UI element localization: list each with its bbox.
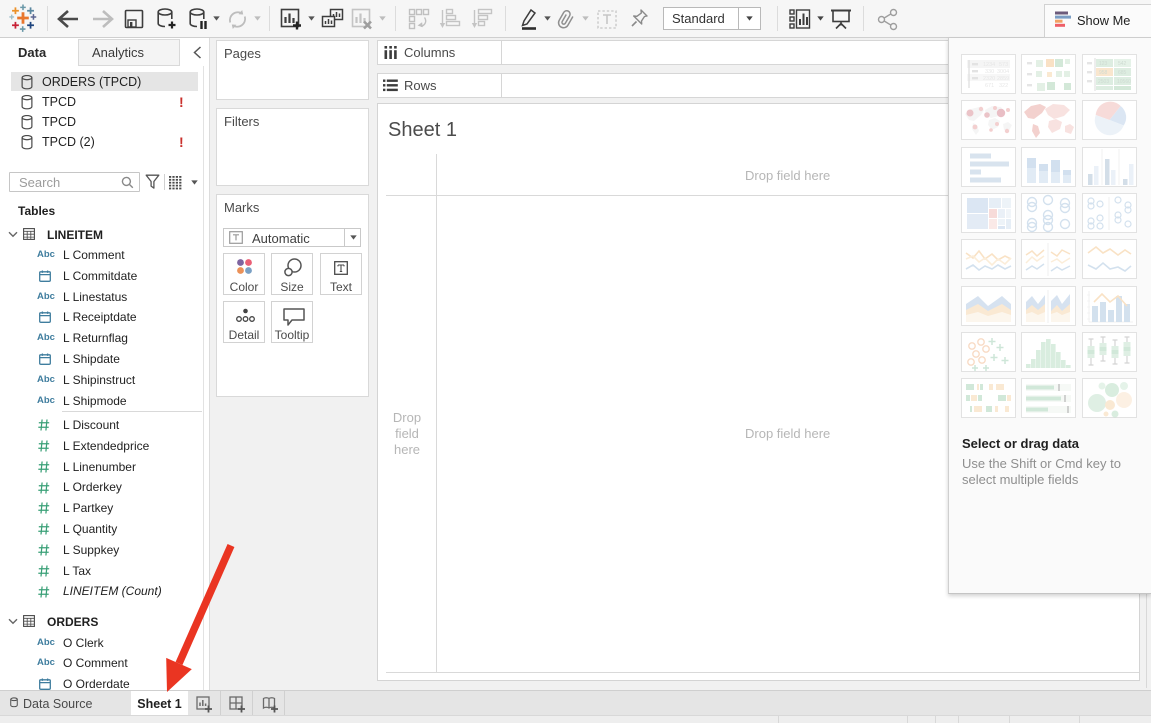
svg-text:3004: 3004 xyxy=(997,69,1009,75)
svg-text:2320: 2320 xyxy=(983,76,995,82)
svg-text:2859: 2859 xyxy=(997,76,1009,82)
svg-text:1234: 1234 xyxy=(983,62,995,68)
svg-text:958: 958 xyxy=(1099,70,1108,76)
svg-text:123: 123 xyxy=(1099,61,1108,67)
svg-text:330: 330 xyxy=(985,69,994,75)
svg-text:573: 573 xyxy=(999,62,1008,68)
svg-text:685: 685 xyxy=(1118,70,1127,76)
svg-text:10560: 10560 xyxy=(1117,79,1131,85)
svg-text:2503: 2503 xyxy=(1098,79,1109,85)
svg-text:671: 671 xyxy=(985,83,994,89)
svg-text:542: 542 xyxy=(1118,61,1127,67)
svg-text:322: 322 xyxy=(999,83,1008,89)
